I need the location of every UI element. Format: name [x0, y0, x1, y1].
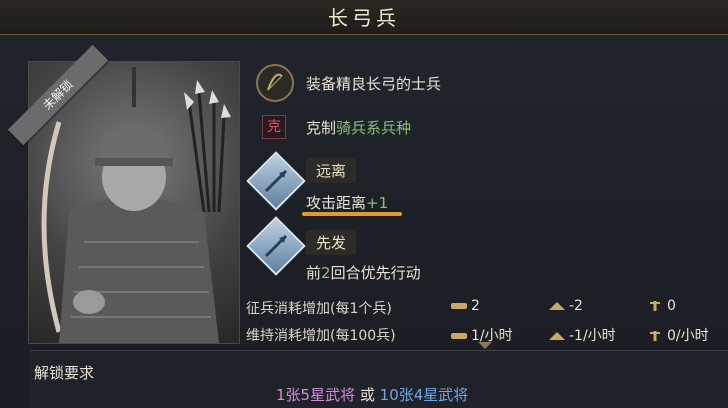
unlock-options: 1张5星武将 或 10张4星武将: [276, 384, 468, 405]
skill-desc-text: 攻击距离: [306, 194, 367, 212]
unlock-option-four-star: 10张4星武将: [379, 386, 469, 404]
bow-icon: [256, 64, 294, 102]
counter-prefix: 克制: [306, 119, 337, 137]
stone-icon: [549, 332, 565, 340]
highlight-underline: [302, 212, 402, 216]
grain-icon: [650, 301, 660, 311]
upkeep-cost-label: 维持消耗增加(每100兵): [246, 328, 396, 344]
arrow-skill-icon[interactable]: [246, 151, 306, 211]
recruit-cost-grain: 0: [646, 298, 676, 314]
page-title: 长弓兵: [328, 6, 400, 30]
unlock-or: 或: [359, 386, 375, 404]
skill-description: 攻击距离+1: [306, 192, 388, 213]
unlock-option-five-star: 1张5星武将: [276, 386, 356, 404]
arrow-skill-icon[interactable]: [246, 216, 306, 276]
counter-icon: 克: [262, 115, 286, 139]
counter-description: 克制骑兵系兵种: [306, 117, 411, 138]
stone-icon: [549, 302, 565, 310]
chevron-down-icon[interactable]: [478, 342, 492, 349]
unlock-requirements-label: 解锁要求: [34, 364, 95, 382]
skill-description: 前2回合优先行动: [306, 264, 421, 282]
skill-desc-value: +1: [366, 194, 389, 212]
upkeep-cost-stone: -1/小时: [548, 325, 616, 345]
grain-icon: [650, 331, 660, 341]
trait-description: 装备精良长弓的士兵: [306, 75, 442, 93]
wood-icon: [451, 333, 467, 339]
skill-name: 先发: [306, 230, 357, 255]
upkeep-cost-grain: 0/小时: [646, 325, 709, 345]
recruit-cost-label: 征兵消耗增加(每1个兵): [246, 301, 392, 317]
recruit-cost-wood: 2: [450, 298, 480, 314]
counter-target: 骑兵系兵种: [336, 119, 412, 137]
wood-icon: [451, 303, 467, 309]
skill-name: 远离: [306, 158, 357, 183]
recruit-cost-stone: -2: [548, 298, 583, 314]
